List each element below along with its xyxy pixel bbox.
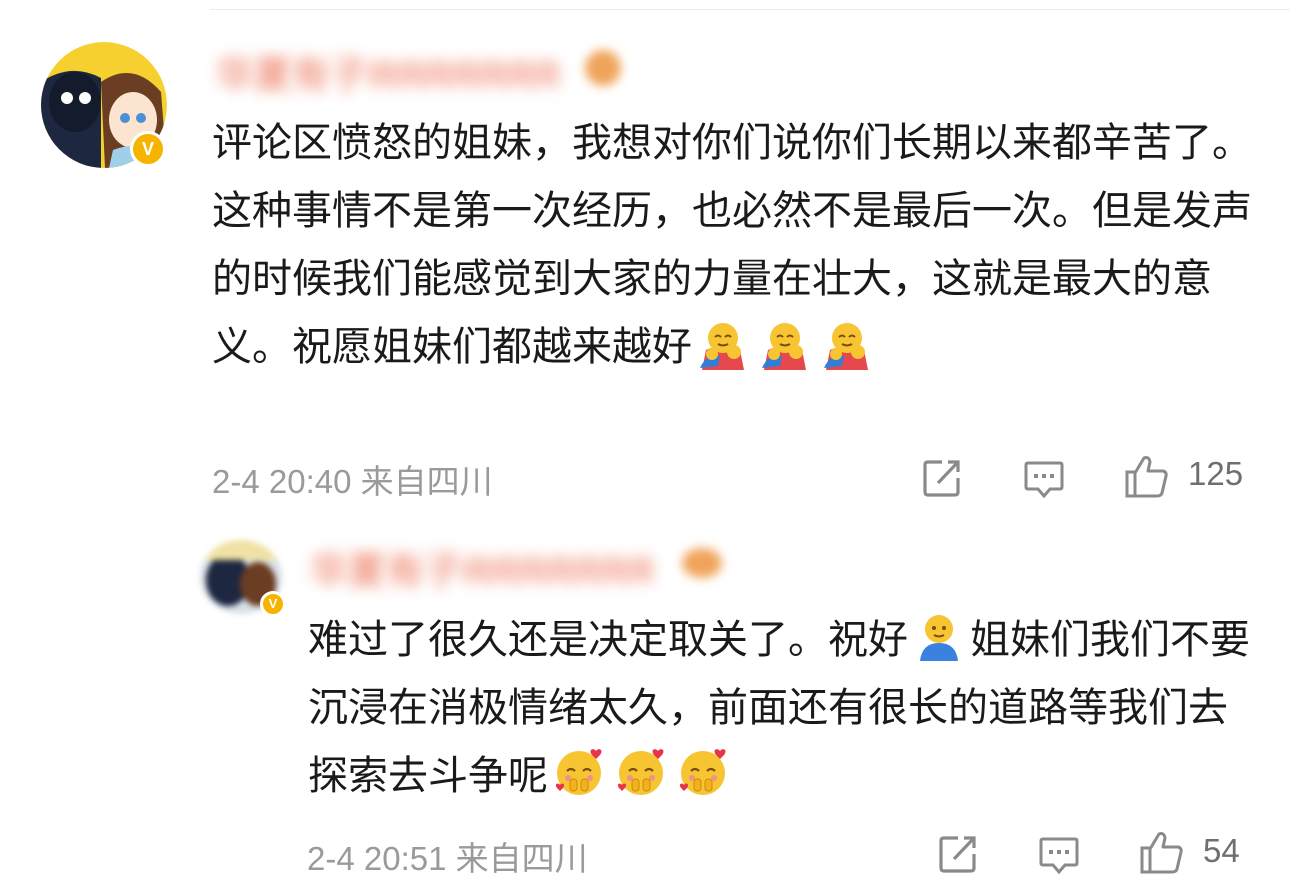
comment-body-part1: 难过了很久还是决定取关了。祝好 — [308, 617, 908, 663]
like-count: 125 — [1188, 455, 1244, 492]
comment-icon[interactable] — [1037, 832, 1081, 876]
username[interactable]: 华夏有子ЯЯЯЯЯЯЯ — [216, 44, 559, 99]
love-face-emoji — [552, 745, 606, 799]
like-icon[interactable] — [1137, 828, 1185, 876]
comment-text: 难过了很久还是决定取关了。祝好 姐妹们我们不要沉浸在消极情绪太久，前面还有很长的道… — [308, 606, 1258, 810]
love-face-emoji — [676, 745, 730, 799]
comment-timestamp: 2-4 20:40 来自四川 — [212, 463, 493, 500]
hug-emoji — [696, 316, 750, 370]
user-level-icon — [585, 50, 621, 86]
user-level-icon — [682, 548, 722, 578]
hug-emoji — [820, 316, 874, 370]
verified-badge: V — [130, 131, 166, 167]
top-divider — [210, 9, 1290, 10]
comment-icon[interactable] — [1022, 456, 1066, 500]
username[interactable]: 华夏有子ЯЯЯЯЯЯЯ — [310, 540, 653, 595]
hug-emoji — [758, 316, 812, 370]
comment-timestamp: 2-4 20:51 来自四川 — [307, 840, 588, 877]
person-blue-emoji — [912, 609, 966, 663]
share-icon[interactable] — [936, 832, 980, 876]
share-icon[interactable] — [920, 456, 964, 500]
love-face-emoji — [614, 745, 668, 799]
like-icon[interactable] — [1122, 452, 1170, 500]
like-count: 54 — [1203, 832, 1240, 869]
verified-badge: V — [260, 591, 286, 617]
comment-text: 评论区愤怒的姐妹，我想对你们说你们长期以来都辛苦了。这种事情不是第一次经历，也必… — [212, 109, 1252, 381]
